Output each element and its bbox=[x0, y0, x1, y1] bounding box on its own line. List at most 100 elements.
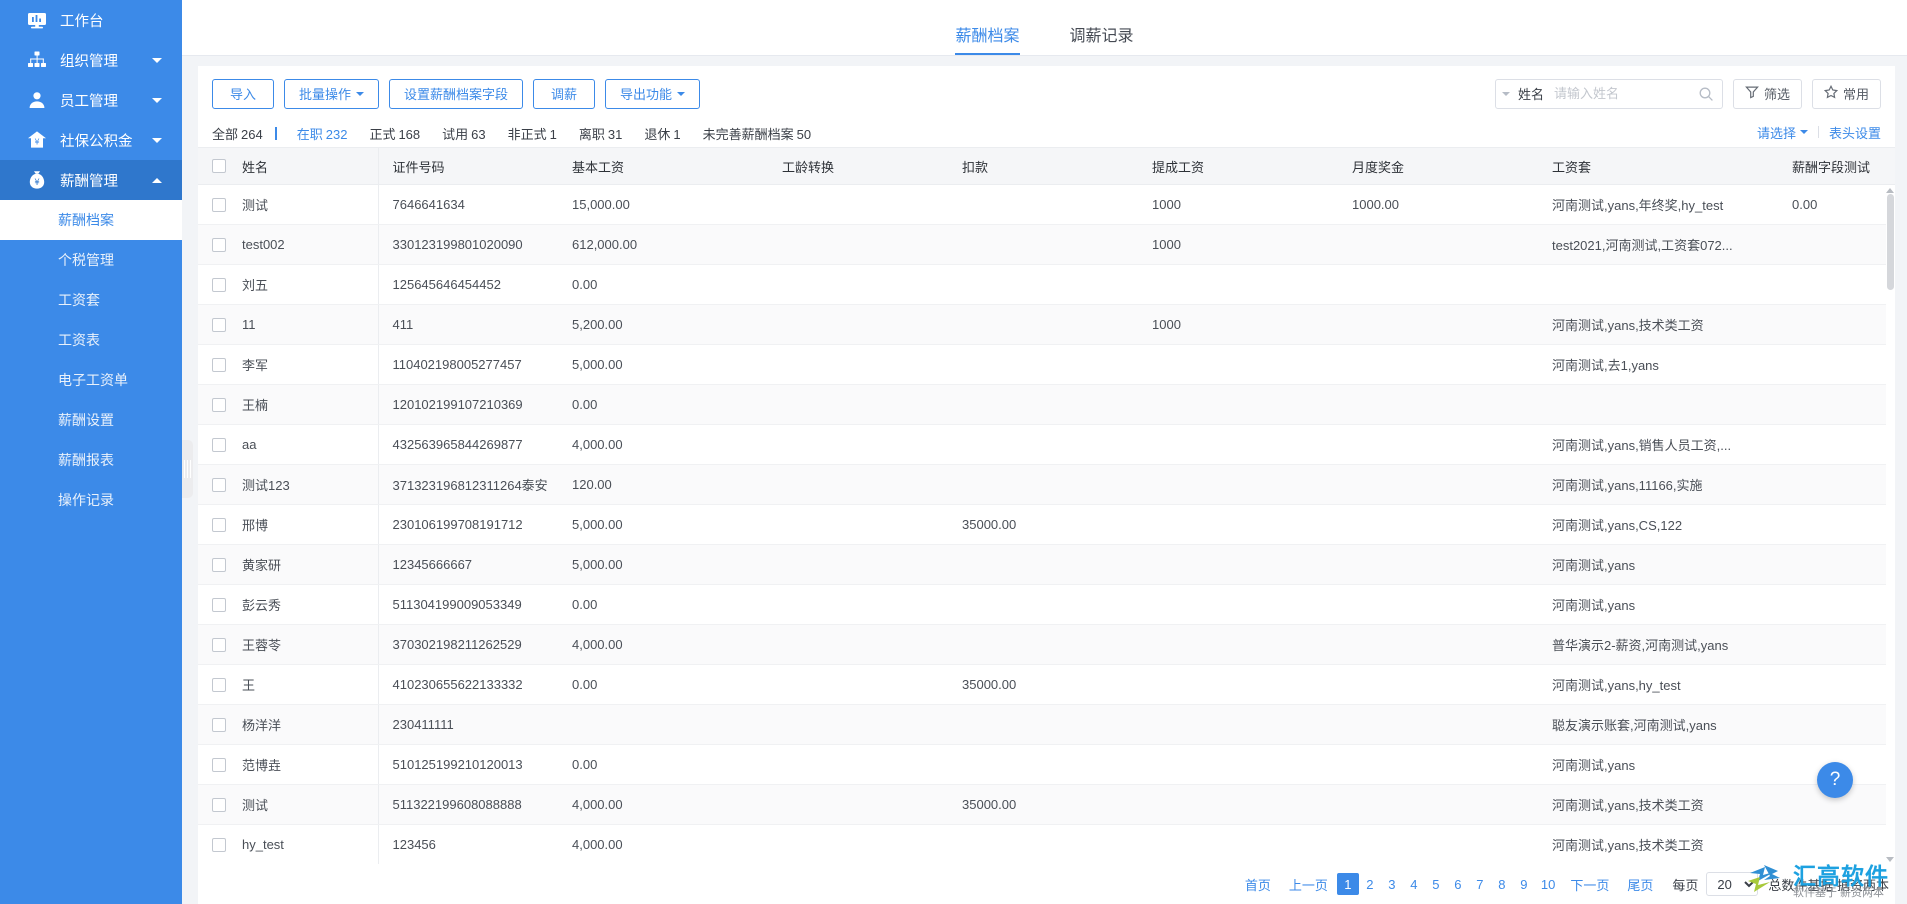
table-row[interactable]: hy_test1234564,000.00河南测试,yans,技术类工资 bbox=[198, 825, 1895, 864]
tab-adjustment-record[interactable]: 调薪记录 bbox=[1070, 22, 1134, 55]
scroll-down-arrow-icon[interactable] bbox=[1886, 857, 1894, 862]
sidebar-item-workbench[interactable]: 工作台 bbox=[0, 0, 182, 40]
pagination-page-1[interactable]: 1 bbox=[1337, 873, 1359, 895]
row-checkbox[interactable] bbox=[212, 358, 226, 372]
sidebar-item-salary-sheet[interactable]: 工资表 bbox=[0, 320, 182, 360]
pagination-first[interactable]: 首页 bbox=[1236, 873, 1280, 895]
status-filter-resigned[interactable]: 离职31 bbox=[579, 124, 622, 143]
tab-salary-archive[interactable]: 薪酬档案 bbox=[955, 22, 1019, 55]
scrollbar-thumb[interactable] bbox=[1887, 194, 1894, 290]
table-row[interactable]: 杨洋洋230411111聪友演示账套,河南测试,yans bbox=[198, 705, 1895, 745]
pagination-page-7[interactable]: 7 bbox=[1469, 873, 1491, 895]
th-field-test[interactable]: 薪酬字段测试 bbox=[1778, 148, 1895, 185]
row-checkbox[interactable] bbox=[212, 638, 226, 652]
status-filter-informal[interactable]: 非正式1 bbox=[508, 124, 557, 143]
pagination-page-4[interactable]: 4 bbox=[1403, 873, 1425, 895]
sidebar-item-social-insurance[interactable]: ¥ 社保公积金 bbox=[0, 120, 182, 160]
select-dropdown[interactable]: 请选择 bbox=[1757, 123, 1808, 142]
th-id-number[interactable]: 证件号码 bbox=[378, 148, 558, 185]
help-button[interactable]: ? bbox=[1817, 762, 1853, 798]
row-checkbox[interactable] bbox=[212, 558, 226, 572]
chevron-down-icon[interactable] bbox=[1502, 92, 1510, 96]
th-monthly-bonus[interactable]: 月度奖金 bbox=[1338, 148, 1538, 185]
status-filter-incomplete[interactable]: 未完善薪酬档案50 bbox=[703, 124, 811, 143]
table-row[interactable]: aa4325639658442698774,000.00河南测试,yans,销售… bbox=[198, 425, 1895, 465]
th-base-salary[interactable]: 基本工资 bbox=[558, 148, 768, 185]
th-seniority-conversion[interactable]: 工龄转换 bbox=[768, 148, 948, 185]
table-row[interactable]: 测试5113221996080888884,000.0035000.00河南测试… bbox=[198, 785, 1895, 825]
chevron-down-icon[interactable] bbox=[152, 138, 162, 143]
table-row[interactable]: 黄家研123456666675,000.00河南测试,yans bbox=[198, 545, 1895, 585]
export-button[interactable]: 导出功能 bbox=[605, 79, 700, 109]
select-all-checkbox[interactable] bbox=[212, 159, 226, 173]
row-checkbox[interactable] bbox=[212, 678, 226, 692]
header-settings-link[interactable]: 表头设置 bbox=[1829, 123, 1881, 142]
row-checkbox[interactable] bbox=[212, 718, 226, 732]
status-filter-probation[interactable]: 试用63 bbox=[442, 124, 485, 143]
sidebar-item-salary-set[interactable]: 工资套 bbox=[0, 280, 182, 320]
pagination-page-9[interactable]: 9 bbox=[1513, 873, 1535, 895]
row-checkbox[interactable] bbox=[212, 318, 226, 332]
table-row[interactable]: 王4102306556221333320.0035000.00河南测试,yans… bbox=[198, 665, 1895, 705]
th-commission[interactable]: 提成工资 bbox=[1138, 148, 1338, 185]
table-row[interactable]: 李军1104021980052774575,000.00河南测试,去1,yans bbox=[198, 345, 1895, 385]
sidebar-item-salary-report[interactable]: 薪酬报表 bbox=[0, 440, 182, 480]
search-box[interactable]: 姓名 bbox=[1495, 79, 1723, 109]
sidebar-collapse-handle[interactable] bbox=[182, 440, 193, 498]
table-row[interactable]: 王蓉苓3703021982112625294,000.00普华演示2-薪资,河南… bbox=[198, 625, 1895, 665]
row-checkbox[interactable] bbox=[212, 238, 226, 252]
table-row[interactable]: 测试764664163415,000.0010001000.00河南测试,yan… bbox=[198, 185, 1895, 225]
row-checkbox[interactable] bbox=[212, 398, 226, 412]
pagination-page-10[interactable]: 10 bbox=[1535, 873, 1561, 895]
salary-adjust-button[interactable]: 调薪 bbox=[533, 79, 595, 109]
table-row[interactable]: test002330123199801020090612,000.001000t… bbox=[198, 225, 1895, 265]
row-checkbox[interactable] bbox=[212, 758, 226, 772]
row-checkbox[interactable] bbox=[212, 838, 226, 852]
row-checkbox[interactable] bbox=[212, 438, 226, 452]
row-checkbox[interactable] bbox=[212, 198, 226, 212]
sidebar-item-salary-settings[interactable]: 薪酬设置 bbox=[0, 400, 182, 440]
chevron-down-icon[interactable] bbox=[152, 98, 162, 103]
pagination-page-8[interactable]: 8 bbox=[1491, 873, 1513, 895]
table-row[interactable]: 测试123371323196812311264泰安120.00河南测试,yans… bbox=[198, 465, 1895, 505]
pagination-last[interactable]: 尾页 bbox=[1618, 873, 1662, 895]
scroll-up-arrow-icon[interactable] bbox=[1886, 188, 1894, 193]
sidebar-item-payroll[interactable]: ¥ 薪酬管理 bbox=[0, 160, 182, 200]
table-row[interactable]: 范博垚5101251992101200130.00河南测试,yans bbox=[198, 745, 1895, 785]
pagination-prev[interactable]: 上一页 bbox=[1280, 873, 1337, 895]
sidebar-item-salary-archive[interactable]: 薪酬档案 bbox=[0, 200, 182, 240]
table-row[interactable]: 王楠1201021991072103690.00 bbox=[198, 385, 1895, 425]
status-filter-active[interactable]: 在职232 bbox=[297, 124, 348, 143]
pagination-page-3[interactable]: 3 bbox=[1381, 873, 1403, 895]
sidebar-item-e-payslip[interactable]: 电子工资单 bbox=[0, 360, 182, 400]
row-checkbox[interactable] bbox=[212, 278, 226, 292]
row-checkbox[interactable] bbox=[212, 478, 226, 492]
row-checkbox[interactable] bbox=[212, 598, 226, 612]
pagination-next[interactable]: 下一页 bbox=[1561, 873, 1618, 895]
status-filter-retired[interactable]: 退休1 bbox=[644, 124, 680, 143]
table-row[interactable]: 刘五1256456464544520.00 bbox=[198, 265, 1895, 305]
vertical-scrollbar[interactable] bbox=[1886, 186, 1895, 864]
row-checkbox[interactable] bbox=[212, 798, 226, 812]
favorite-button[interactable]: 常用 bbox=[1812, 79, 1881, 109]
status-filter-all[interactable]: 全部264 bbox=[212, 124, 263, 143]
batch-operation-button[interactable]: 批量操作 bbox=[284, 79, 379, 109]
row-checkbox[interactable] bbox=[212, 518, 226, 532]
pagination-page-2[interactable]: 2 bbox=[1359, 873, 1381, 895]
pagination-page-6[interactable]: 6 bbox=[1447, 873, 1469, 895]
configure-fields-button[interactable]: 设置薪酬档案字段 bbox=[389, 79, 523, 109]
table-row[interactable]: 彭云秀5113041990090533490.00河南测试,yans bbox=[198, 585, 1895, 625]
table-row[interactable]: 邢博2301061997081917125,000.0035000.00河南测试… bbox=[198, 505, 1895, 545]
th-salary-set[interactable]: 工资套 bbox=[1538, 148, 1778, 185]
status-filter-regular[interactable]: 正式168 bbox=[369, 124, 420, 143]
per-page-select[interactable]: 102050100 bbox=[1706, 872, 1758, 896]
chevron-up-icon[interactable] bbox=[152, 178, 162, 183]
th-deduction[interactable]: 扣款 bbox=[948, 148, 1138, 185]
search-icon[interactable] bbox=[1698, 86, 1714, 102]
sidebar-item-personal-tax[interactable]: 个税管理 bbox=[0, 240, 182, 280]
sidebar-item-operation-log[interactable]: 操作记录 bbox=[0, 480, 182, 520]
chevron-down-icon[interactable] bbox=[152, 58, 162, 63]
search-input[interactable] bbox=[1552, 85, 1698, 102]
filter-button[interactable]: 筛选 bbox=[1733, 79, 1802, 109]
pagination-page-5[interactable]: 5 bbox=[1425, 873, 1447, 895]
